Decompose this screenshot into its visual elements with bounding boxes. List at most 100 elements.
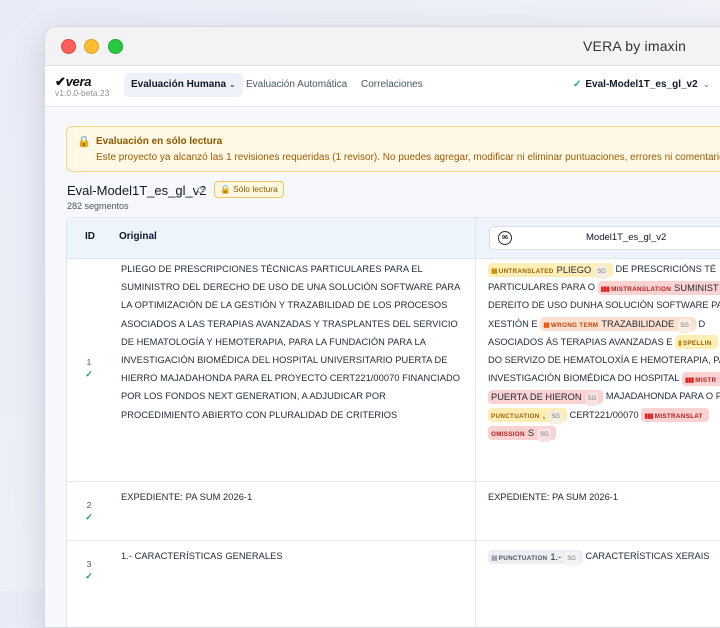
translation-fragment: DE PRESCRICIÓNS TÉ <box>615 264 717 274</box>
original-text: PLIEGO DE PRESCRIPCIONES TÉCNICAS PARTIC… <box>121 264 460 420</box>
severity-badge: SG <box>595 264 608 279</box>
severity-bars-icon: ▮▮ <box>491 554 498 562</box>
translation-fragment: XESTIÓN E <box>488 318 538 329</box>
error-tag-mistranslation[interactable]: ▮▮▮ MISTRANSLATION SUMINIST <box>597 280 720 295</box>
translation-fragment: INVESTIGACIÓN BIOMÉDICA DO HOSPITAL <box>488 373 680 384</box>
error-span: S <box>527 428 535 439</box>
error-tag-wrong-term[interactable]: ▮▮ WRONG TERM TRAZABILIDADE SG <box>540 317 696 334</box>
refresh-icon[interactable]: ⟳ <box>197 184 206 197</box>
project-selector[interactable]: ✓ Eval-Model1T_es_gl_v2 ⌄ <box>573 79 710 90</box>
segment-id: 3 <box>86 559 92 569</box>
translation-fragment: CARACTERÍSTICAS XERAIS <box>585 551 710 561</box>
error-span: PUERTA DE HIERON <box>491 391 582 402</box>
severity-bars-icon: ▮▮ <box>491 267 498 275</box>
translation-text: EXPEDIENTE: PA SUM 2026-1 <box>488 492 619 502</box>
translation-text: ▮▮ UNTRANSLATED PLIEGO SG DE PRESCRICIÓNS T… <box>488 260 720 443</box>
translation-fragment: MAJADAHONDA PARA O P <box>605 391 720 402</box>
table-row[interactable]: 2 ✓ EXPEDIENTE: PA SUM 2026-1 EXPEDIENTE… <box>67 482 720 541</box>
translation-fragment: CERT221/00070 <box>569 409 639 420</box>
table-row[interactable]: 3 ✓ 1.- CARACTERÍSTICAS GENERALES ▮▮ PUNC… <box>67 541 720 627</box>
logo-check-icon: ✔ <box>55 74 66 89</box>
error-label: UNTRANSLATED <box>498 267 554 275</box>
column-divider <box>475 218 476 258</box>
error-label: PUNCTUATION <box>491 413 540 421</box>
table-header: ID Original 96 Model1T_es_gl_v2 <box>67 218 720 259</box>
severity-badge: SG <box>549 410 562 425</box>
error-span: PLIEGO <box>556 264 592 275</box>
reviewed-check-icon: ✓ <box>85 512 93 522</box>
minimize-window-button[interactable] <box>84 39 99 54</box>
severity-bars-icon: ▮▮▮ <box>684 376 695 384</box>
translation-line: INVESTIGACIÓN BIOMÉDICA DO HOSPITAL ▮▮▮ M… <box>488 369 720 387</box>
error-span: TRAZABILIDADE <box>601 319 675 330</box>
severity-badge: SG <box>565 551 578 566</box>
translation-line: DEREITO DE USO DUNHA SOLUCIÓN SOFTWARE P… <box>488 296 720 314</box>
error-label: MISTRANSLAT <box>654 413 703 421</box>
error-tag-mistranslation[interactable]: ▮▮▮ MISTR <box>681 371 720 386</box>
error-tag-punctuation[interactable]: PUNCTUATION, SG <box>488 408 567 425</box>
error-span: 1.- <box>550 551 562 562</box>
error-tag-omission[interactable]: OMISSION S SG <box>488 426 556 443</box>
original-text: 1.- CARACTERÍSTICAS GENERALES <box>121 551 283 561</box>
model-column-header[interactable]: 96 Model1T_es_gl_v2 <box>489 226 720 250</box>
alert-title: Evaluación en sólo lectura <box>96 136 223 147</box>
error-tag-mistranslation-span[interactable]: PUERTA DE HIERON SG <box>488 389 604 406</box>
column-divider <box>475 541 476 627</box>
readonly-badge-label: Sólo lectura <box>232 184 278 194</box>
error-tag-spelling[interactable]: ▮ SPELLIN <box>675 335 718 350</box>
error-label: SPELLIN <box>682 340 712 348</box>
segment-count: 282 segmentos <box>67 201 129 211</box>
translation-line: XESTIÓN E ▮▮ WRONG TERM TRAZABILIDADE SG D <box>488 315 720 334</box>
error-tag-untranslated[interactable]: ▮▮ UNTRANSLATED PLIEGO SG <box>488 262 613 279</box>
readonly-badge: 🔒 Sólo lectura <box>214 181 284 198</box>
chevron-down-icon: ⌄ <box>229 80 236 89</box>
column-divider <box>475 482 476 540</box>
translation-line: PUNCTUATION, SG CERT221/00070 ▮▮▮ MISTRANS… <box>488 406 720 425</box>
translation-fragment: DEREITO DE USO DUNHA SOLUCIÓN SOFTWARE P… <box>488 300 720 311</box>
maximize-window-button[interactable] <box>108 39 123 54</box>
translation-line: ASOCIADOS ÁS TERAPIAS AVANZADAS E ▮ SPELL… <box>488 333 720 351</box>
error-label: MISTR <box>695 376 717 384</box>
severity-badge: SG <box>538 428 551 443</box>
window-title: VERA by imaxin <box>583 38 687 54</box>
reviewed-check-icon: ✓ <box>85 369 93 379</box>
nav-evaluacion-humana[interactable]: Evaluación Humana ⌄ <box>124 73 243 97</box>
severity-bars-icon: ▮▮▮ <box>600 285 611 293</box>
column-header-original[interactable]: Original <box>119 231 157 242</box>
severity-bars-icon: ▮ <box>678 340 682 348</box>
check-icon: ✓ <box>573 79 582 90</box>
column-divider <box>475 259 476 481</box>
error-label: PUNCTUATION <box>498 554 548 562</box>
column-header-id[interactable]: ID <box>85 231 95 242</box>
readonly-alert: 🔒 Evaluación en sólo lectura Este proyec… <box>66 126 720 172</box>
model-name: Model1T_es_gl_v2 <box>586 232 667 243</box>
nav-evaluacion-automatica[interactable]: Evaluación Automática <box>239 73 354 97</box>
error-tag-mistranslation[interactable]: ▮▮▮ MISTRANSLAT <box>641 408 709 423</box>
translation-line: DO SERVIZO DE HEMATOLOXÍA E HEMOTERAPIA,… <box>488 351 720 369</box>
error-span: SUMINIST <box>674 282 719 293</box>
model-score-badge: 96 <box>498 231 512 245</box>
page-title: Eval-Model1T_es_gl_v2 <box>67 183 207 198</box>
error-label: WRONG TERM <box>550 322 599 330</box>
translation-text: ▮▮ PUNCTUATION 1.- SG CARACTERÍSTICAS XERAI… <box>488 547 720 566</box>
translation-fragment: PARTICULARES PARA O <box>488 282 595 293</box>
translation-line: PUERTA DE HIERON SG MAJADAHONDA PARA O P <box>488 387 720 406</box>
error-label: MISTRANSLATION <box>611 285 672 293</box>
translation-fragment: DO SERVIZO DE HEMATOLOXÍA E HEMOTERAPIA,… <box>488 354 720 365</box>
chevron-down-icon: ⌄ <box>702 79 711 89</box>
error-span: , <box>542 410 546 421</box>
translation-line: PARTICULARES PARA O ▮▮▮ MISTRANSLATION SUM… <box>488 278 720 296</box>
main-content: 🔒 Evaluación en sólo lectura Este proyec… <box>45 107 720 627</box>
translation-line: OMISSION S SG <box>488 424 720 443</box>
alert-text: Este proyecto ya alcanzó las 1 revisione… <box>96 152 720 163</box>
nav-evaluacion-humana-label: Evaluación Humana <box>131 79 227 90</box>
segment-id: 1 <box>86 357 92 367</box>
nav-correlaciones[interactable]: Correlaciones <box>354 73 430 97</box>
translation-fragment: ASOCIADOS ÁS TERAPIAS AVANZADAS E <box>488 336 673 347</box>
segment-id: 2 <box>86 500 92 510</box>
reviewed-check-icon: ✓ <box>85 571 93 581</box>
close-window-button[interactable] <box>61 39 76 54</box>
table-row[interactable]: 1 ✓ PLIEGO DE PRESCRIPCIONES TÉCNICAS PA… <box>67 259 720 482</box>
title-bar: VERA by imaxin <box>45 27 720 66</box>
error-tag-punctuation[interactable]: ▮▮ PUNCTUATION 1.- SG <box>488 549 583 566</box>
